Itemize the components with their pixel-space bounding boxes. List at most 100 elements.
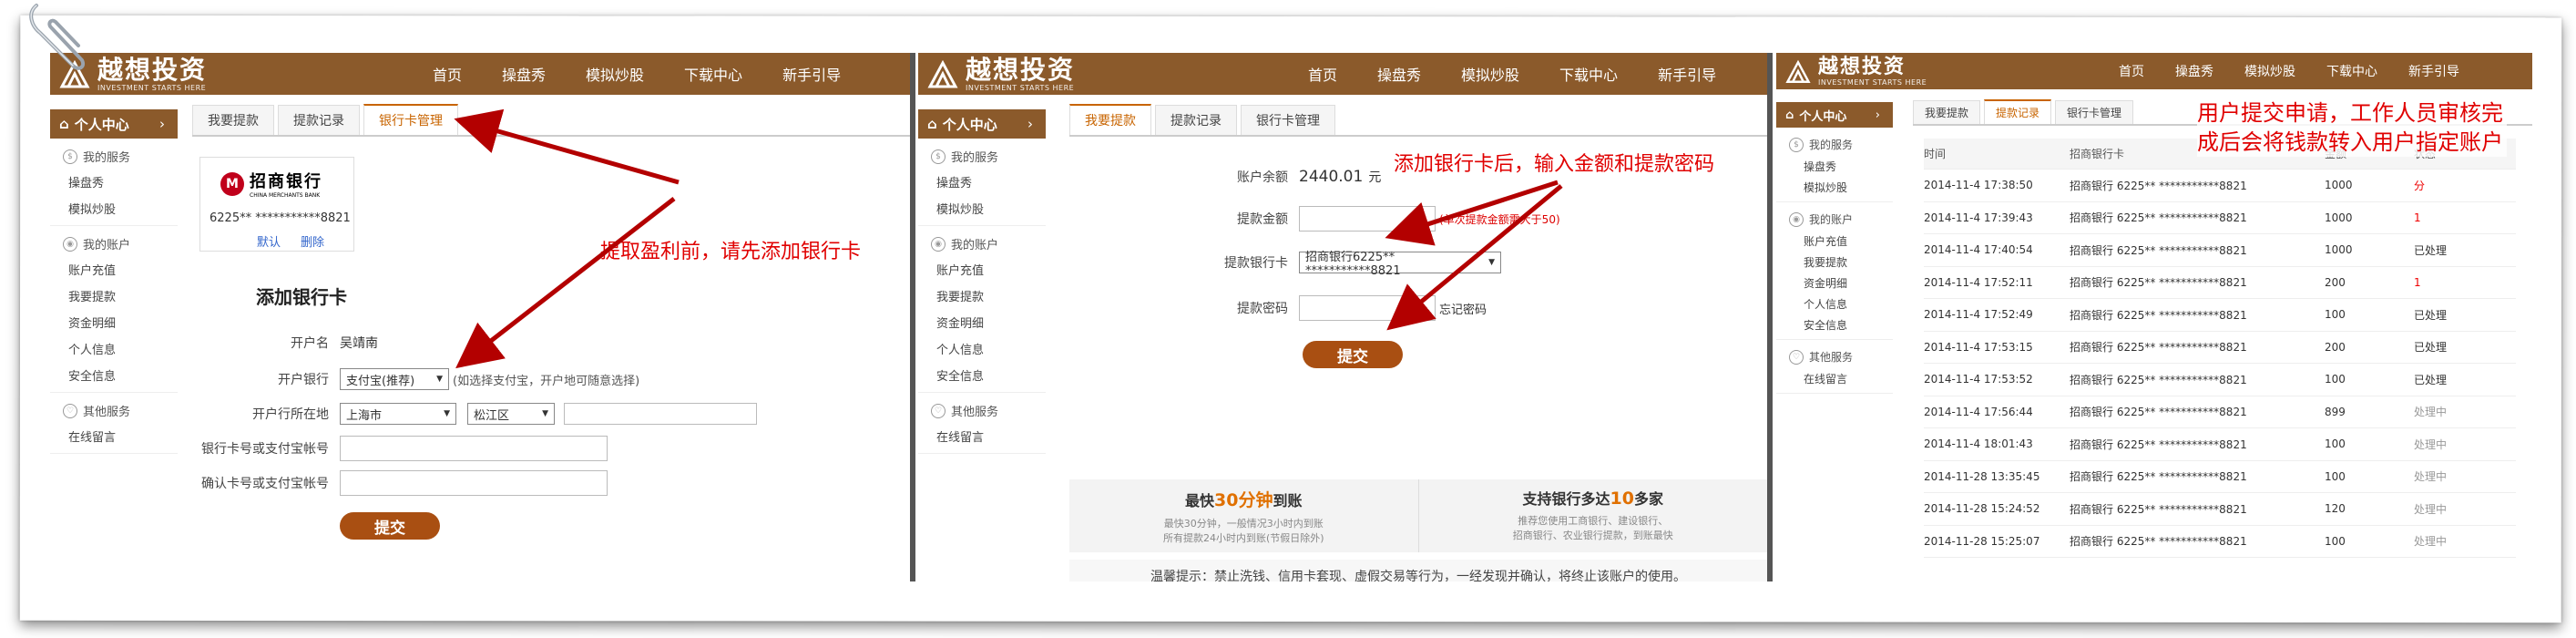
account-input[interactable] bbox=[340, 436, 608, 461]
sidebar-item-fund-details[interactable]: 资金明细 bbox=[50, 309, 178, 335]
table-row: 2014-11-4 17:40:54 招商银行 6225** **********… bbox=[1924, 234, 2516, 267]
user-icon: ◉ bbox=[63, 236, 77, 252]
bank-select[interactable]: 支付宝(推荐) ▼ bbox=[340, 368, 449, 390]
nav-download-center[interactable]: 下载中心 bbox=[684, 63, 742, 85]
sidebar-item-personal-info[interactable]: 个人信息 bbox=[50, 335, 178, 362]
main-nav: 首页 操盘秀 模拟炒股 下载中心 新手引导 bbox=[1308, 53, 1756, 95]
tab-withdraw-records[interactable]: 提款记录 bbox=[1984, 99, 2052, 124]
table-row: 2014-11-28 13:35:45 招商银行 6225** *********… bbox=[1924, 461, 2516, 493]
nav-simulated-trading[interactable]: 模拟炒股 bbox=[1461, 63, 1519, 85]
brand-tagline: INVESTMENT STARTS HERE bbox=[1818, 78, 1927, 87]
sidebar-item-security-info[interactable]: 安全信息 bbox=[918, 362, 1046, 388]
brand-tagline: INVESTMENT STARTS HERE bbox=[966, 84, 1075, 92]
sidebar-item-withdraw[interactable]: 我要提款 bbox=[1776, 252, 1893, 273]
nav-home[interactable]: 首页 bbox=[2119, 62, 2144, 80]
address-input[interactable] bbox=[564, 403, 757, 425]
status-badge: 处理中 bbox=[2414, 535, 2448, 549]
nav-simulated-trading[interactable]: 模拟炒股 bbox=[2244, 62, 2295, 80]
sidebar-header[interactable]: ⌂ 个人中心 › bbox=[918, 109, 1046, 139]
nav-home[interactable]: 首页 bbox=[1308, 63, 1337, 85]
brand-logo[interactable]: 越想投资 INVESTMENT STARTS HERE bbox=[927, 57, 1075, 92]
nav-beginner-guide[interactable]: 新手引导 bbox=[2408, 62, 2459, 80]
sidebar-item-withdraw[interactable]: 我要提款 bbox=[918, 283, 1046, 309]
feature-speed-desc-1: 最快30分钟，一般情况3小时内到账 bbox=[1163, 518, 1324, 530]
sidebar-item-trade-show[interactable]: 操盘秀 bbox=[1776, 156, 1893, 177]
brand-logo[interactable]: 越想投资 INVESTMENT STARTS HERE bbox=[1785, 57, 1927, 87]
sidebar-item-simulated-trading[interactable]: 模拟炒股 bbox=[1776, 177, 1893, 198]
submit-button[interactable]: 提交 bbox=[1303, 341, 1403, 368]
nav-trade-show[interactable]: 操盘秀 bbox=[2175, 62, 2213, 80]
sidebar-item-personal-info[interactable]: 个人信息 bbox=[1776, 293, 1893, 314]
sidebar-item-fund-details[interactable]: 资金明细 bbox=[1776, 273, 1893, 293]
status-badge: 处理中 bbox=[2414, 502, 2448, 516]
district-select[interactable]: 松江区 ▼ bbox=[467, 403, 555, 425]
annotation-review-transfer: 用户提交申请，工作人员审核完成后会将钱款转入用户指定账户 bbox=[2197, 98, 2507, 157]
forgot-password-link[interactable]: 忘记密码 bbox=[1439, 300, 1487, 317]
status-badge: 已处理 bbox=[2414, 308, 2448, 322]
heart-icon: ♡ bbox=[1789, 349, 1804, 365]
submit-button[interactable]: 提交 bbox=[340, 512, 440, 540]
sidebar-item-deposit[interactable]: 账户充值 bbox=[50, 256, 178, 283]
nav-trade-show[interactable]: 操盘秀 bbox=[502, 63, 546, 85]
sidebar: ⌂ 个人中心 › $ 我的服务 操盘秀 模拟炒股 ◉ 我的账户 账户充值 我要提款 资金… bbox=[50, 109, 178, 454]
password-input[interactable] bbox=[1299, 295, 1436, 321]
withdraw-card-label: 提款银行卡 bbox=[1224, 256, 1288, 271]
tab-withdraw[interactable]: 我要提款 bbox=[1913, 100, 1981, 124]
sidebar-item-message[interactable]: 在线留言 bbox=[918, 423, 1046, 449]
confirm-account-input[interactable] bbox=[340, 470, 608, 496]
status-badge: 分 bbox=[2414, 179, 2426, 192]
annotation-enter-amount: 添加银行卡后，输入金额和提款密码 bbox=[1394, 153, 1715, 176]
feature-banks-desc-2: 招商银行、农业银行提款，到账最快 bbox=[1512, 530, 1673, 541]
delete-card-link[interactable]: 删除 bbox=[301, 236, 324, 250]
holder-value: 吴靖南 bbox=[340, 336, 378, 351]
nav-beginner-guide[interactable]: 新手引导 bbox=[1658, 63, 1716, 85]
tab-withdraw-records[interactable]: 提款记录 bbox=[1155, 105, 1237, 135]
sidebar-item-simulated-trading[interactable]: 模拟炒股 bbox=[50, 195, 178, 221]
sidebar-item-fund-details[interactable]: 资金明细 bbox=[918, 309, 1046, 335]
table-row: 2014-11-28 15:24:52 招商银行 6225** *********… bbox=[1924, 493, 2516, 526]
sidebar-item-trade-show[interactable]: 操盘秀 bbox=[918, 169, 1046, 195]
dropdown-arrow-icon: ▼ bbox=[1488, 258, 1495, 267]
sidebar-item-withdraw[interactable]: 我要提款 bbox=[50, 283, 178, 309]
tab-bank-card-management[interactable]: 银行卡管理 bbox=[363, 104, 458, 135]
sidebar-item-simulated-trading[interactable]: 模拟炒股 bbox=[918, 195, 1046, 221]
sidebar-item-deposit[interactable]: 账户充值 bbox=[918, 256, 1046, 283]
tab-withdraw[interactable]: 我要提款 bbox=[1069, 104, 1151, 135]
table-row: 2014-11-4 18:01:43 招商银行 6225** **********… bbox=[1924, 428, 2516, 461]
tab-bank-card-management[interactable]: 银行卡管理 bbox=[1241, 105, 1335, 135]
sidebar-item-security-info[interactable]: 安全信息 bbox=[50, 362, 178, 388]
nav-home[interactable]: 首页 bbox=[433, 63, 462, 85]
set-default-link[interactable]: 默认 bbox=[257, 236, 281, 250]
sidebar-item-personal-info[interactable]: 个人信息 bbox=[918, 335, 1046, 362]
feature-speed: 最快30分钟到账 bbox=[1185, 490, 1303, 510]
province-select[interactable]: 上海市 ▼ bbox=[340, 403, 456, 425]
sidebar-item-deposit[interactable]: 账户充值 bbox=[1776, 231, 1893, 252]
sidebar-item-message[interactable]: 在线留言 bbox=[50, 423, 178, 449]
tab-withdraw-records[interactable]: 提款记录 bbox=[278, 105, 360, 135]
nav-download-center[interactable]: 下载中心 bbox=[1559, 63, 1618, 85]
nav-beginner-guide[interactable]: 新手引导 bbox=[782, 63, 841, 85]
balance-value: 2440.01 bbox=[1299, 168, 1364, 186]
status-badge: 处理中 bbox=[2414, 437, 2448, 451]
tab-bar: 我要提款 提款记录 银行卡管理 bbox=[192, 104, 910, 137]
sidebar-item-message[interactable]: 在线留言 bbox=[1776, 368, 1893, 389]
nav-download-center[interactable]: 下载中心 bbox=[2326, 62, 2377, 80]
sidebar-group-title: 其他服务 bbox=[1809, 351, 1854, 364]
sidebar-group-title: 我的账户 bbox=[951, 239, 999, 252]
main-content: 我要提款 提款记录 银行卡管理 M 招商银行 CHINA MERCHANTS BAN… bbox=[192, 104, 910, 581]
sidebar-header[interactable]: ⌂ 个人中心 › bbox=[1776, 102, 1893, 128]
sidebar-item-security-info[interactable]: 安全信息 bbox=[1776, 314, 1893, 335]
tab-withdraw[interactable]: 我要提款 bbox=[192, 105, 274, 135]
sidebar-group-title: 我的账户 bbox=[1809, 213, 1854, 226]
nav-simulated-trading[interactable]: 模拟炒股 bbox=[586, 63, 644, 85]
sidebar-item-trade-show[interactable]: 操盘秀 bbox=[50, 169, 178, 195]
tab-bank-card-management[interactable]: 银行卡管理 bbox=[2055, 100, 2134, 124]
status-badge: 已处理 bbox=[2414, 243, 2448, 257]
withdraw-records-table: 时间 招商银行卡 金额 状态 2014-11-4 17:38:50招商银行 62… bbox=[1924, 139, 2516, 558]
bank-logo-icon: M bbox=[220, 171, 244, 196]
sidebar-header[interactable]: ⌂ 个人中心 › bbox=[50, 109, 178, 139]
dollar-icon: $ bbox=[63, 149, 77, 164]
nav-trade-show[interactable]: 操盘秀 bbox=[1377, 63, 1421, 85]
amount-input[interactable] bbox=[1299, 206, 1436, 232]
withdraw-card-select[interactable]: 招商银行6225** ***********8821 ▼ bbox=[1299, 251, 1501, 278]
